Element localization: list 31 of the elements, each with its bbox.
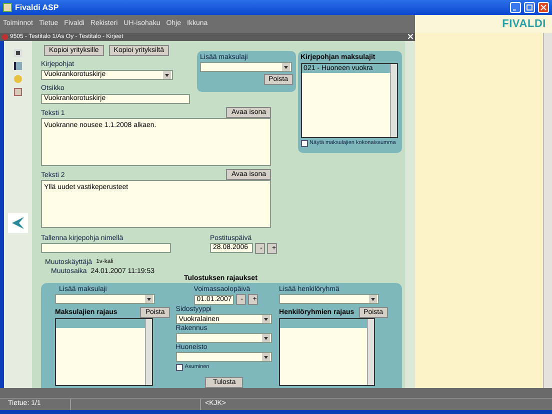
save-icon[interactable] [14, 48, 22, 56]
form-icon [2, 34, 8, 40]
dropdown-arrow-icon[interactable] [262, 353, 270, 361]
dropdown-arrow-icon[interactable] [163, 70, 171, 78]
list-box[interactable] [55, 318, 153, 386]
dropdown-field[interactable] [279, 294, 380, 304]
logo-text: FIVALDI [502, 16, 546, 32]
app-icon [3, 3, 12, 12]
dropdown-field[interactable] [176, 352, 272, 362]
dropdown-arrow-icon[interactable] [145, 295, 153, 303]
checkbox[interactable] [176, 364, 183, 371]
dropdown-arrow-icon[interactable] [262, 315, 270, 323]
close-icon[interactable] [408, 34, 413, 40]
maximize-icon[interactable] [524, 2, 535, 13]
scrollbar[interactable] [367, 319, 374, 385]
dropdown-arrow-icon[interactable] [262, 334, 270, 342]
checkbox[interactable] [300, 140, 308, 146]
close-icon[interactable] [538, 2, 549, 13]
dropdown-field[interactable] [200, 62, 292, 72]
logo-icon[interactable] [8, 212, 28, 232]
scrollbar[interactable] [145, 319, 152, 385]
dropdown-field[interactable] [176, 333, 272, 343]
input-field[interactable] [41, 242, 171, 252]
window-title: Fivaldi ASP [15, 2, 60, 14]
dropdown-arrow-icon[interactable] [282, 62, 290, 70]
dropdown-field[interactable] [55, 294, 155, 304]
scrollbar[interactable] [390, 64, 397, 136]
dropdown-arrow-icon[interactable] [369, 295, 378, 303]
scrollbar[interactable] [543, 33, 552, 388]
minimize-icon[interactable] [510, 2, 521, 13]
list-box[interactable] [279, 318, 376, 386]
